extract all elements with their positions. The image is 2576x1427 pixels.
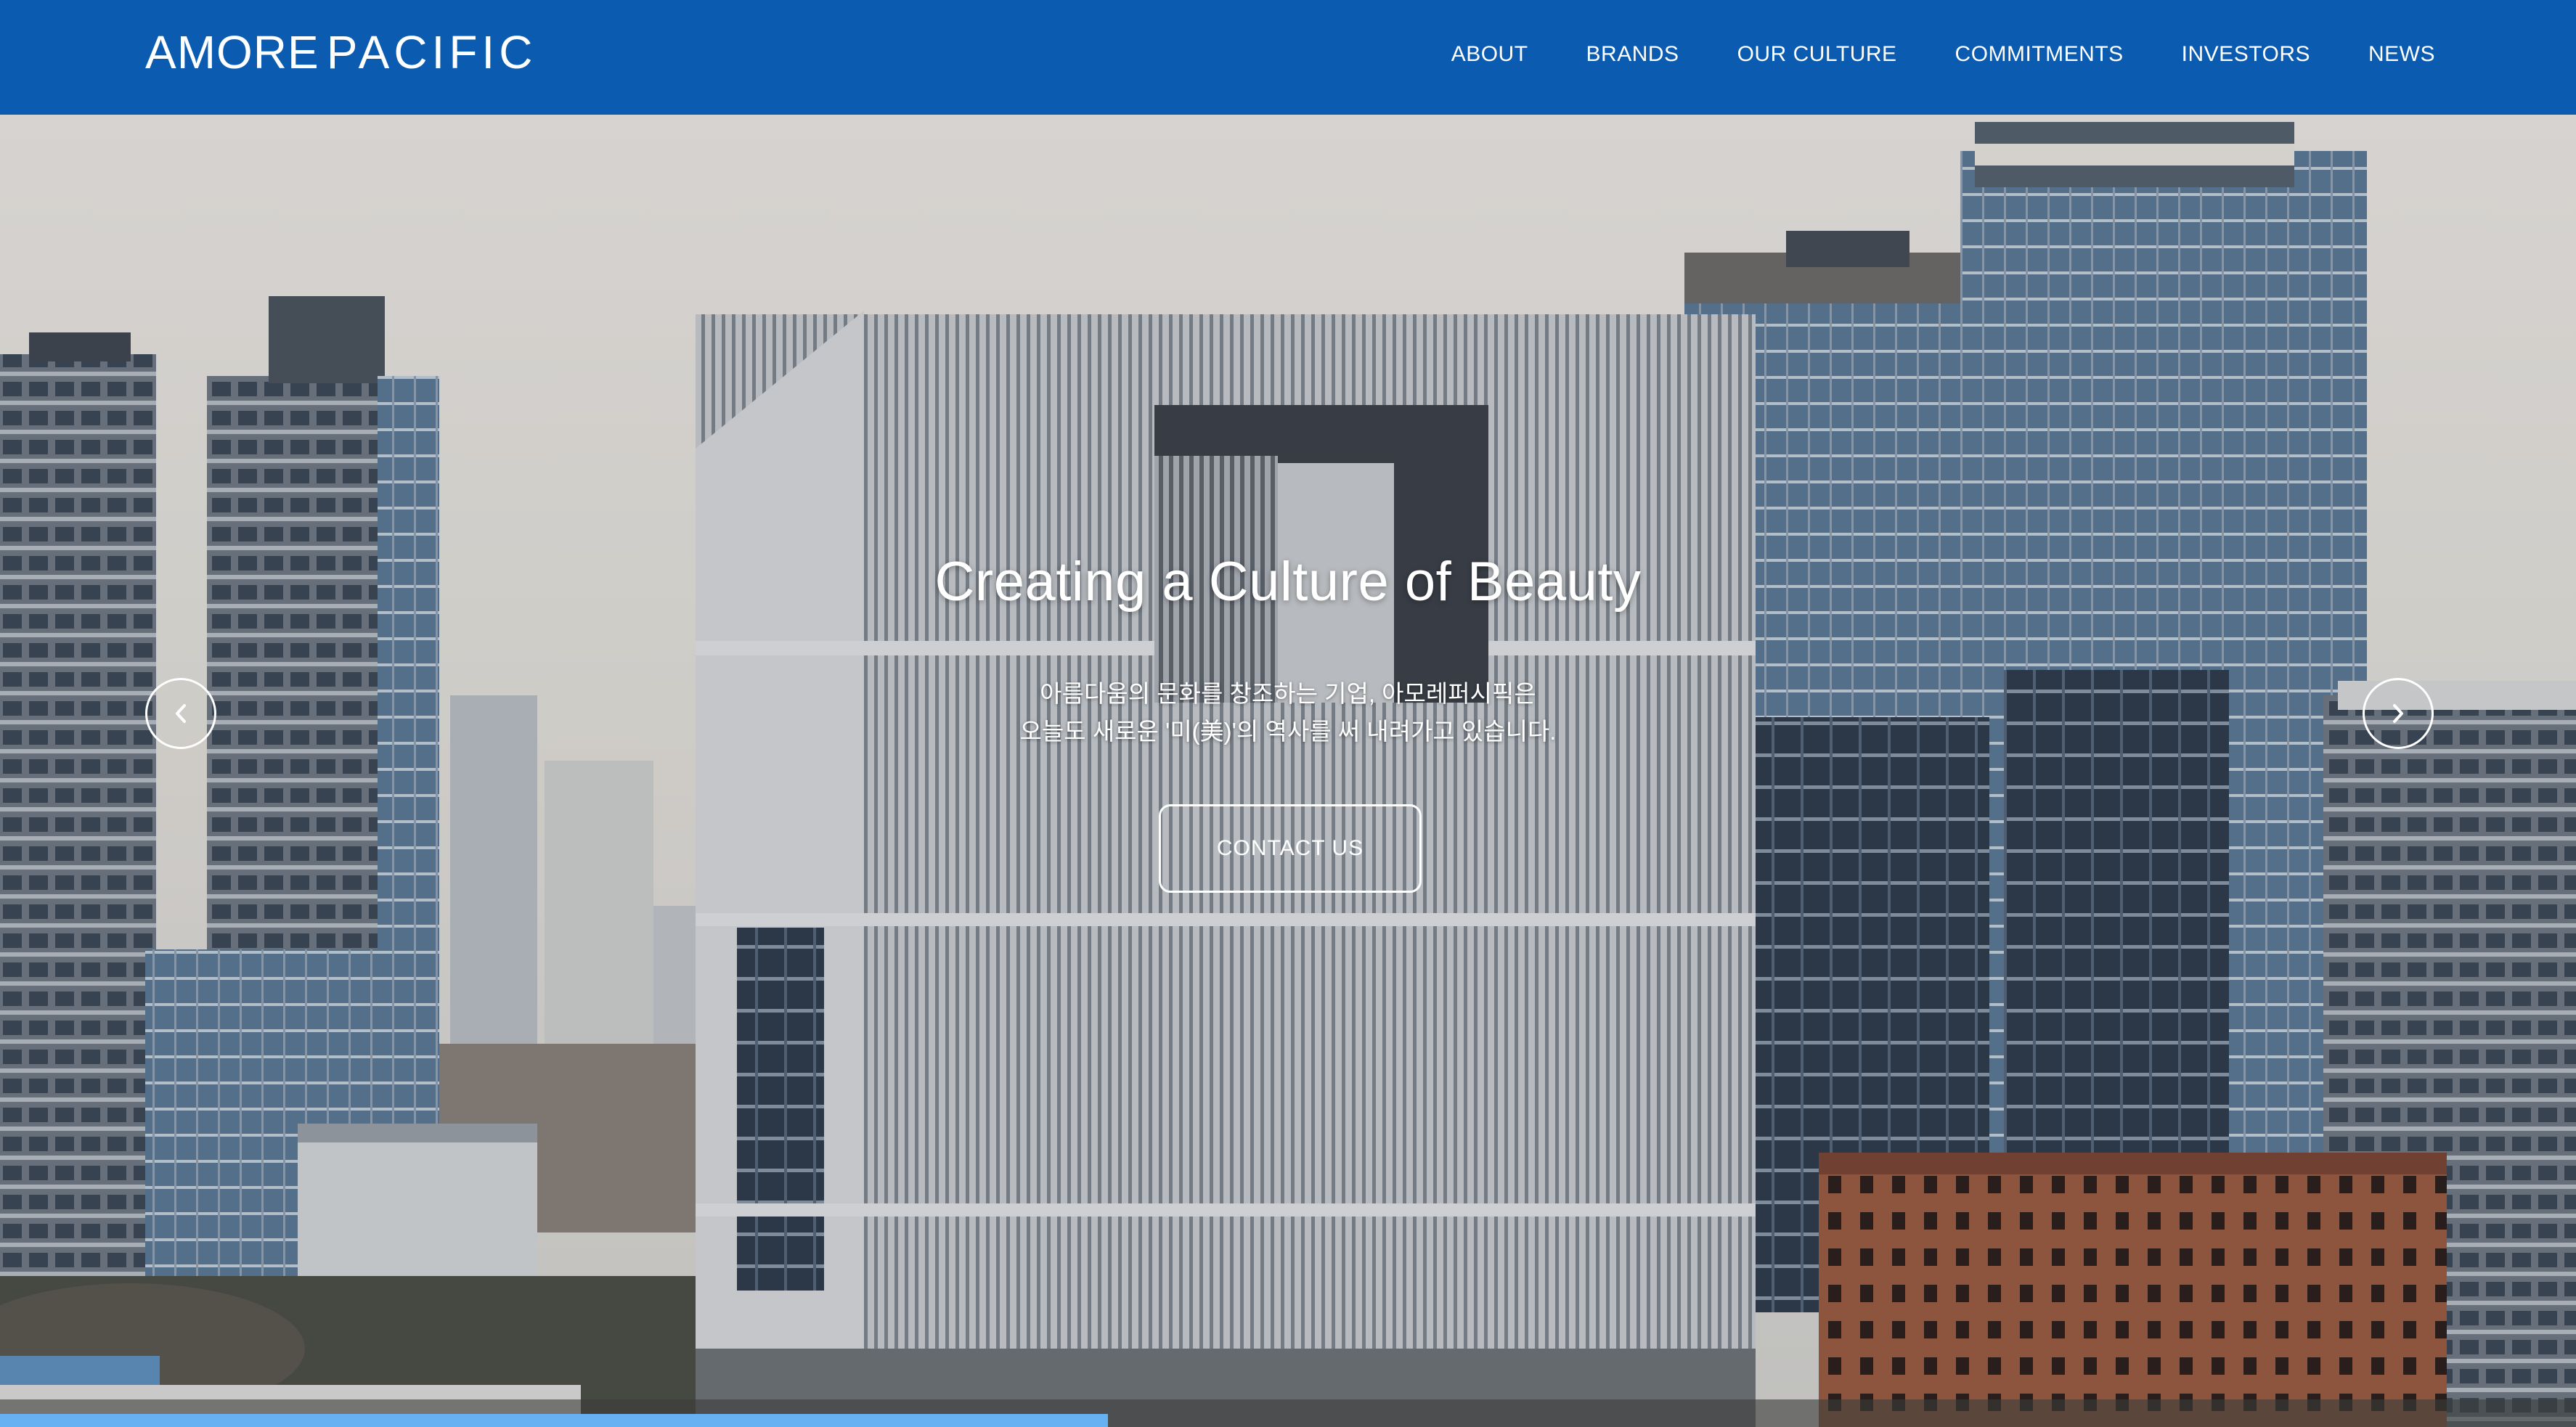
chevron-right-icon [2393,704,2403,723]
hero-subtitle: 아름다움의 문화를 창조하는 기업, 아모레퍼시픽은 오늘도 새로운 '미(美)… [0,675,2576,751]
slider-prev-button[interactable] [145,678,216,749]
nav-about[interactable]: ABOUT [1451,42,1528,67]
hero-slider: Creating a Culture of Beauty 아름다움의 문화를 창… [0,115,2576,1427]
hero-subtitle-line-1: 아름다움의 문화를 창조하는 기업, 아모레퍼시픽은 [1040,680,1536,707]
nav-investors[interactable]: INVESTORS [2182,42,2310,67]
hero-overlay [0,115,2576,1427]
slider-next-button[interactable] [2363,678,2434,749]
main-nav: ABOUT BRANDS OUR CULTURE COMMITMENTS INV… [1393,0,2435,109]
chevron-left-icon [176,704,186,723]
nav-commitments[interactable]: COMMITMENTS [1955,42,2124,67]
site-header: AMORE PACIFIC ABOUT BRANDS OUR CULTURE CO… [0,0,2576,115]
logo-amore-text: AMORE [145,26,319,78]
hero-title: Creating a Culture of Beauty [934,551,1642,613]
slide-progress-fill [0,1414,1108,1427]
amorepacific-logo[interactable]: AMORE PACIFIC [145,28,537,77]
nav-brands[interactable]: BRANDS [1586,42,1679,67]
nav-news[interactable]: NEWS [2368,42,2435,67]
slide-progress-bar [0,1414,2576,1427]
logo-pacific-text: PACIFIC [326,26,537,78]
hero-subtitle-line-2: 오늘도 새로운 '미(美)'의 역사를 써 내려가고 있습니다. [1019,718,1557,745]
nav-our-culture[interactable]: OUR CULTURE [1737,42,1897,67]
contact-us-button[interactable]: CONTACT US [1159,804,1422,893]
